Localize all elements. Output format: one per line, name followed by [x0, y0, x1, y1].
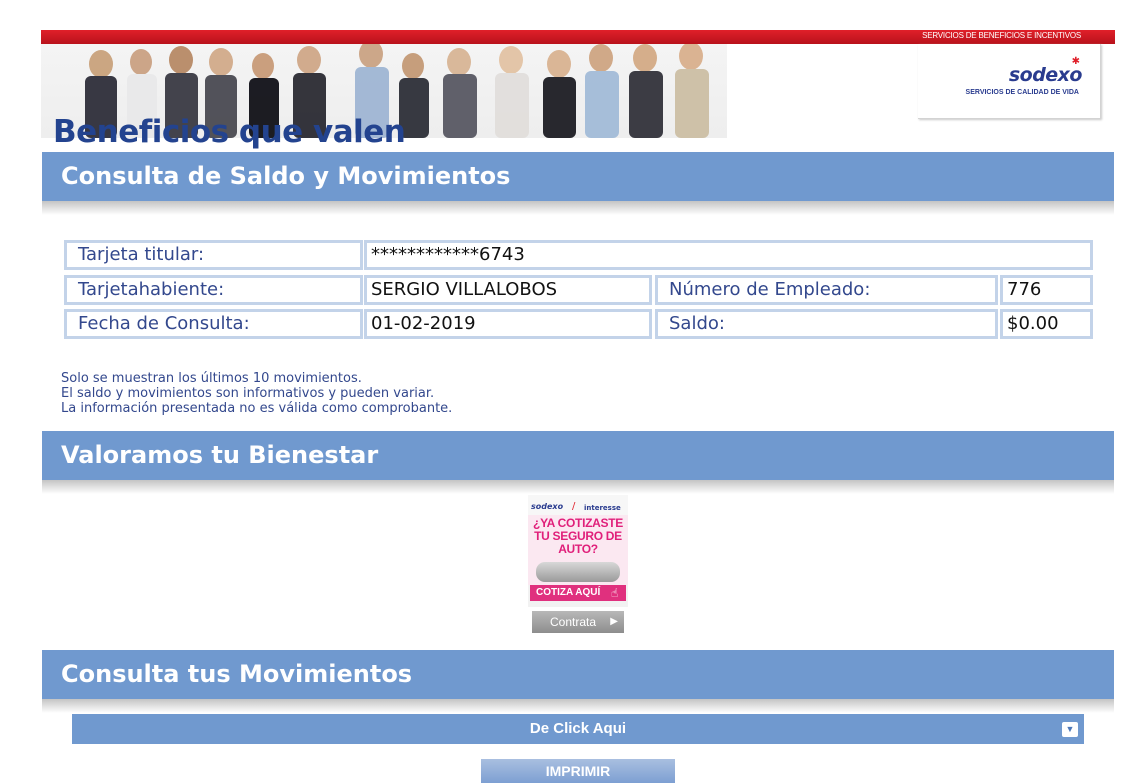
section-divider [42, 201, 1114, 215]
holder-label: Tarjetahabiente: [64, 275, 363, 305]
print-button[interactable]: IMPRIMIR [481, 759, 675, 783]
contrata-button[interactable]: Contrata ▶ [532, 611, 624, 633]
ad-headline-line: AUTO? [558, 542, 598, 556]
section-header-wellness: Valoramos tu Bienestar [42, 431, 1114, 480]
balance-label: Saldo: [655, 309, 998, 339]
disclaimer-notes: Solo se muestran los últimos 10 movimien… [61, 371, 452, 416]
holder-value: SERGIO VILLALOBOS [364, 275, 652, 305]
card-value: ************6743 [364, 240, 1093, 270]
ad-brand-interesse: interesse [584, 504, 621, 512]
section-divider [42, 699, 1114, 713]
date-value: 01-02-2019 [364, 309, 652, 339]
dropdown-selected-value: De Click Aqui [529, 720, 627, 737]
top-bar-text: SERVICIOS DE BENEFICIOS E INCENTIVOS [922, 31, 1081, 40]
dropdown-arrow-icon[interactable]: ▼ [1062, 722, 1078, 737]
tagline: Beneficios que valen [53, 114, 406, 150]
section-header-balance: Consulta de Saldo y Movimientos [42, 152, 1114, 201]
play-arrow-icon: ▶ [610, 616, 618, 627]
header-banner: SERVICIOS DE BENEFICIOS E INCENTIVOS Ben [41, 30, 1115, 150]
ad-headline: ¿YA COTIZASTE TU SEGURO DE AUTO? [528, 517, 628, 556]
sodexo-logo[interactable]: ✱ sodexo SERVICIOS DE CALIDAD DE VIDA [918, 44, 1101, 119]
employee-label: Número de Empleado: [655, 275, 998, 305]
top-red-bar: SERVICIOS DE BENEFICIOS E INCENTIVOS [41, 30, 1115, 44]
movements-dropdown[interactable]: De Click Aqui ▼ [72, 714, 1084, 744]
logo-subtitle: SERVICIOS DE CALIDAD DE VIDA [965, 89, 1079, 96]
card-label: Tarjeta titular: [64, 240, 363, 270]
date-label: Fecha de Consulta: [64, 309, 363, 339]
note-line: Solo se muestran los últimos 10 movimien… [61, 371, 362, 386]
section-header-movements: Consulta tus Movimientos [42, 650, 1114, 699]
ad-slash-icon: / [572, 501, 576, 512]
header-people-photo: Beneficios que valen [41, 44, 727, 150]
car-door-handle-image [536, 562, 620, 582]
balance-value: $0.00 [1000, 309, 1093, 339]
note-line: La información presentada no es válida c… [61, 401, 453, 416]
insurance-ad-banner[interactable]: sodexo / interesse ¿YA COTIZASTE TU SEGU… [528, 495, 628, 607]
hand-pointer-icon: ☝ [611, 586, 619, 600]
contrata-label: Contrata [550, 615, 597, 629]
employee-value: 776 [1000, 275, 1093, 305]
note-line: El saldo y movimientos son informativos … [61, 386, 435, 401]
ad-brand-sodexo: sodexo [531, 502, 564, 511]
logo-text: sodexo [1008, 64, 1083, 86]
section-divider [42, 480, 1114, 494]
